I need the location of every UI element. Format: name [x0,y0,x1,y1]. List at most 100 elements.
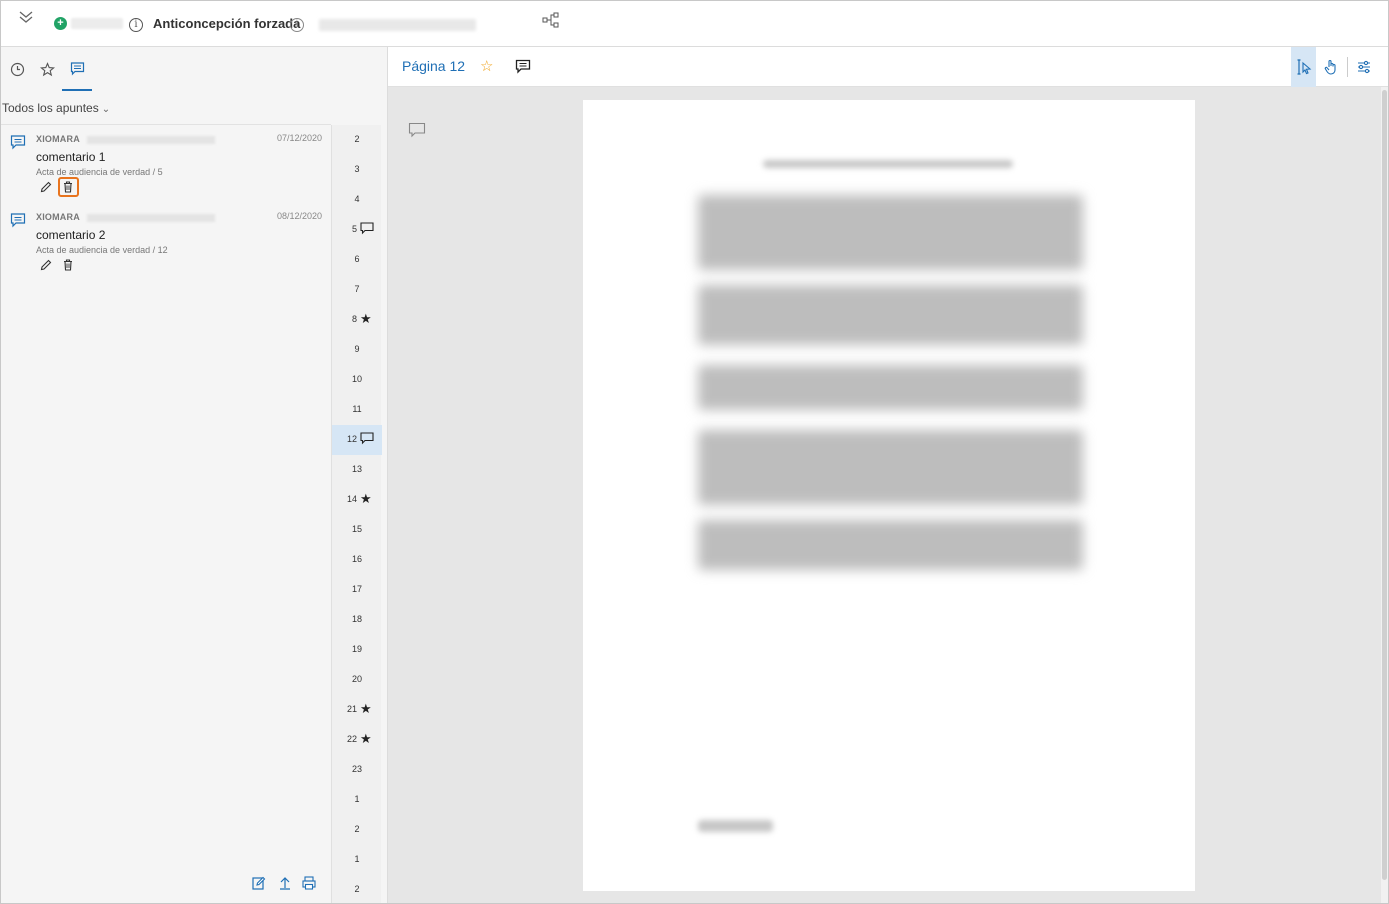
redacted-paragraph [698,365,1083,410]
comment-icon [10,134,26,150]
delete-trash-icon[interactable] [58,177,79,197]
tab-notes[interactable] [62,47,92,91]
document-viewer[interactable] [388,87,1381,903]
page-number: 9 [354,344,360,354]
star-filled-icon: ★ [360,311,372,326]
redacted-paragraph [698,430,1083,505]
note-author: XIOMARA [36,212,80,222]
edit-pencil-icon[interactable] [39,180,53,194]
page-number: 13 [351,464,362,474]
export-upload-icon[interactable] [277,875,293,891]
delete-trash-icon[interactable] [61,258,75,272]
edit-pencil-icon[interactable] [39,258,53,272]
page-number: 20 [351,674,362,684]
page-number: 15 [351,524,362,534]
redacted-page-heading [763,160,1013,168]
page-thumb-1[interactable]: 1 [332,785,382,815]
page-thumb-12[interactable]: 12 [332,425,382,455]
note-reference[interactable]: Acta de audiencia de verdad / 12 [36,245,168,255]
page-number: 1 [354,794,360,804]
new-note-icon[interactable] [251,875,267,891]
tab-history[interactable] [2,47,32,91]
page-thumb-15[interactable]: 15 [332,515,382,545]
page-number: 21 [346,704,357,714]
page-thumb-6[interactable]: 6 [332,245,382,275]
viewer-toolbar: Página 12 ☆ [388,47,1388,87]
viewer-scrollbar[interactable] [1381,87,1388,903]
page-number: 23 [351,764,362,774]
page-number: 3 [354,164,360,174]
page-comment-marker-icon[interactable] [408,122,426,138]
note-date: 08/12/2020 [276,211,322,221]
page-number: 6 [354,254,360,264]
comment-icon [360,432,374,446]
page-thumb-17[interactable]: 17 [332,575,382,605]
page-thumb-11[interactable]: 11 [332,395,382,425]
hierarchy-icon[interactable] [542,12,560,28]
page-thumb-9[interactable]: 9 [332,335,382,365]
text-select-tool-icon[interactable] [1291,47,1316,87]
panel-tabs [1,47,388,91]
page-thumb-21[interactable]: 21 ★ [332,695,382,725]
page-thumb-2[interactable]: 2 [332,875,382,904]
top-bar: + i Anticoncepción forzada i [1,1,1388,47]
note-item[interactable]: XIOMARA 08/12/2020 comentario 2 Acta de … [1,205,331,279]
notes-panel: Todos los apuntes ⌄ XIOMARA 07/12/2020 co… [1,47,388,903]
page-number: 12 [346,434,357,444]
redacted-case-code [71,18,123,29]
redacted-paragraph [698,520,1083,570]
star-outline-icon [39,61,55,76]
page-number: 22 [346,734,357,744]
page-thumb-16[interactable]: 16 [332,545,382,575]
collapse-chevron-icon[interactable] [17,9,35,25]
page-thumb-7[interactable]: 7 [332,275,382,305]
note-date: 07/12/2020 [276,133,322,143]
page-number: 7 [354,284,360,294]
comment-icon [10,212,26,228]
page-thumb-20[interactable]: 20 [332,665,382,695]
page-number: 4 [354,194,360,204]
page-number: 2 [354,134,360,144]
pdf-page[interactable] [583,100,1195,891]
page-thumb-2[interactable]: 2 [332,125,382,155]
toolbar-divider [1347,57,1348,77]
page-thumb-2[interactable]: 2 [332,815,382,845]
print-icon[interactable] [301,875,317,891]
note-reference[interactable]: Acta de audiencia de verdad / 5 [36,167,163,177]
filter-label: Todos los apuntes [2,101,99,115]
page-thumb-3[interactable]: 3 [332,155,382,185]
current-page-label: Página 12 [402,58,466,74]
add-comment-icon[interactable] [515,59,531,74]
scrollbar-thumb[interactable] [1382,90,1387,880]
settings-sliders-icon[interactable] [1352,47,1376,87]
page-thumb-4[interactable]: 4 [332,185,382,215]
page-number: 10 [351,374,362,384]
page-thumb-13[interactable]: 13 [332,455,382,485]
redacted-paragraph [698,195,1083,270]
page-thumb-10[interactable]: 10 [332,365,382,395]
page-number: 14 [346,494,357,504]
info-icon[interactable]: i [129,18,143,32]
status-plus-icon: + [54,17,67,30]
page-thumb-8[interactable]: 8 ★ [332,305,382,335]
page-thumb-19[interactable]: 19 [332,635,382,665]
page-thumbnail-strip[interactable]: 2 3 4 5 6 7 8 ★ 9 10 11 12 13 14 ★ 15 16 17 18 19 20 21 ★ 22 ★ 23… [331,125,382,904]
case-info-icon[interactable]: i [290,18,304,32]
page-thumb-5[interactable]: 5 [332,215,382,245]
page-number: 5 [351,224,357,234]
notes-filter-dropdown[interactable]: Todos los apuntes ⌄ [2,101,110,115]
chevron-down-icon: ⌄ [101,104,111,115]
note-item[interactable]: XIOMARA 07/12/2020 comentario 1 Acta de … [1,127,331,201]
page-thumb-23[interactable]: 23 [332,755,382,785]
tab-favorites[interactable] [32,47,62,91]
star-outline-icon[interactable]: ☆ [480,57,493,75]
redacted-case-detail [319,19,476,31]
hand-pan-tool-icon[interactable] [1320,47,1342,87]
page-thumb-18[interactable]: 18 [332,605,382,635]
page-thumb-14[interactable]: 14 ★ [332,485,382,515]
page-thumb-22[interactable]: 22 ★ [332,725,382,755]
page-thumb-1[interactable]: 1 [332,845,382,875]
page-number: 8 [351,314,357,324]
star-filled-icon: ★ [360,701,372,716]
note-author: XIOMARA [36,134,80,144]
